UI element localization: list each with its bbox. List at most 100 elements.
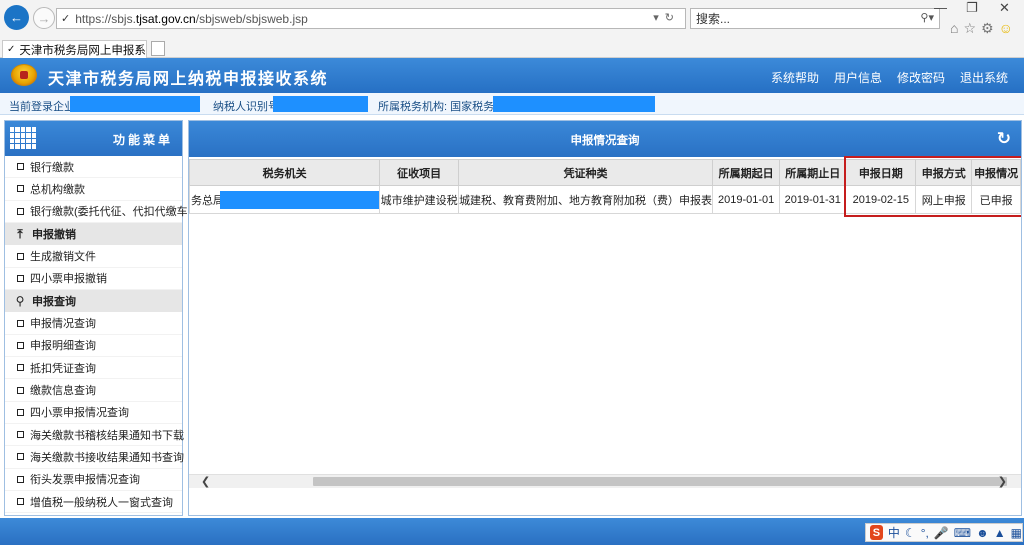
sidebar-item-label: 总机构缴款 bbox=[30, 183, 85, 196]
sidebar-item-label: 生成撤销文件 bbox=[30, 251, 96, 264]
sidebar-item-payment-info-query[interactable]: 缴款信息查询 bbox=[5, 379, 182, 402]
sidebar-item-label: 抵扣凭证查询 bbox=[30, 362, 96, 375]
sidebar-item-declaration-status-query[interactable]: 申报情况查询 bbox=[5, 312, 182, 335]
table-row[interactable]: 务总局 城市维护建设税 城建税、教育费附加、地方教育附加税（费）申报表 2019… bbox=[189, 185, 1021, 214]
square-bullet-icon bbox=[17, 185, 24, 193]
tax-office-redaction bbox=[493, 96, 655, 112]
sidebar-item-bank-payment-vehicle-tax[interactable]: 银行缴款(委托代征、代扣代缴车船税) bbox=[5, 201, 213, 223]
menu-logout[interactable]: 退出系统 bbox=[960, 69, 1008, 86]
ime-mode[interactable]: 中 bbox=[888, 524, 900, 541]
user-icon[interactable]: ☻ bbox=[976, 526, 989, 540]
horizontal-scrollbar[interactable]: ❮ ❯ bbox=[189, 474, 1021, 488]
sidebar-item-vat-one-window-query[interactable]: 增值税一般纳税人一窗式查询 bbox=[5, 491, 182, 514]
sidebar-item-label: 海关缴款书稽核结果通知书下载 bbox=[30, 429, 184, 442]
panel-title: 申报情况查询 bbox=[570, 135, 640, 147]
sidebar-item-customs-audit-download[interactable]: 海关缴款书稽核结果通知书下载 bbox=[5, 424, 184, 447]
square-bullet-icon bbox=[17, 475, 24, 483]
sidebar-item-invoice-declaration-query[interactable]: 衔头发票申报情况查询 bbox=[5, 469, 182, 491]
top-menu: 系统帮助 用户信息 修改密码 退出系统 bbox=[771, 69, 1008, 86]
column-header[interactable]: 所属期起日 bbox=[712, 159, 781, 186]
menu-change-password[interactable]: 修改密码 bbox=[897, 69, 945, 86]
sidebar-item-label: 衔头发票申报情况查询 bbox=[30, 474, 140, 487]
search-input[interactable]: 搜索... bbox=[696, 10, 730, 27]
microphone-icon[interactable]: 🎤 bbox=[934, 526, 949, 540]
square-bullet-icon bbox=[17, 341, 24, 349]
square-bullet-icon bbox=[17, 364, 24, 372]
voucher-type-cell: 城建税、教育费附加、地方教育附加税（费）申报表 bbox=[458, 185, 714, 214]
function-menu-sidebar: 功能菜单 银行缴款 总机构缴款 银行缴款(委托代征、代扣代缴车船税) ⤒ 申报撤销… bbox=[4, 120, 213, 516]
home-icon: ⌂ bbox=[950, 20, 964, 36]
column-header[interactable]: 所属期止日 bbox=[779, 159, 847, 186]
browser-chrome: ← → ✓ https://sbjs. tjsat.gov.cn/sbjsweb/… bbox=[0, 0, 1024, 58]
menu-user-info[interactable]: 用户信息 bbox=[834, 69, 882, 86]
site-favicon-icon: ✓ bbox=[61, 13, 71, 25]
gear-icon: ⚙ bbox=[981, 20, 999, 36]
period-end-cell: 2019-01-31 bbox=[779, 185, 847, 214]
sidebar-item-generate-cancel-file[interactable]: 生成撤销文件 bbox=[5, 245, 182, 268]
search-icon: ⚲ bbox=[15, 294, 25, 309]
sidebar-item-declaration-detail-query[interactable]: 申报明细查询 bbox=[5, 335, 182, 358]
sidebar-item-deduction-voucher-query[interactable]: 抵扣凭证查询 bbox=[5, 357, 182, 380]
declaration-status-cell: 已申报 bbox=[971, 185, 1021, 214]
browser-tab[interactable]: ✓ 天津市税务局网上申报系统... × bbox=[2, 40, 147, 58]
search-icon[interactable]: ⚲▾ bbox=[920, 11, 934, 24]
scroll-right-icon[interactable]: ❯ bbox=[998, 475, 1007, 488]
sidebar-item-label: 银行缴款 bbox=[30, 161, 74, 174]
grid-tools-icon[interactable]: ▦ bbox=[1011, 526, 1022, 540]
upload-icon: ⤒ bbox=[17, 226, 23, 241]
sidebar-item-customs-receipt-query[interactable]: 海关缴款书接收结果通知书查询 bbox=[5, 446, 184, 469]
ime-toolbar[interactable]: S 中 ☾ °, 🎤 ⌨ ☻ ▲ ▦ bbox=[865, 523, 1023, 542]
close-window-button[interactable]: ✕ bbox=[999, 0, 1010, 16]
column-header[interactable]: 征收项目 bbox=[379, 159, 460, 186]
shirt-icon[interactable]: ▲ bbox=[994, 526, 1006, 540]
sidebar-item-label: 申报情况查询 bbox=[30, 318, 96, 331]
period-start-cell: 2019-01-01 bbox=[712, 185, 781, 214]
search-box[interactable]: 搜索... ⚲▾ bbox=[690, 8, 940, 29]
punctuation-icon[interactable]: °, bbox=[921, 526, 929, 540]
company-label: 当前登录企业: bbox=[9, 101, 79, 113]
sidebar-item-four-ticket-status-query[interactable]: 四小票申报情况查询 bbox=[5, 402, 182, 424]
back-button[interactable]: ← bbox=[4, 5, 29, 30]
column-header[interactable]: 申报日期 bbox=[845, 159, 917, 186]
sidebar-group-label: 申报查询 bbox=[32, 296, 76, 309]
scroll-left-icon[interactable]: ❮ bbox=[201, 475, 210, 488]
square-bullet-icon bbox=[17, 408, 24, 416]
address-tools[interactable]: ▾↻ bbox=[653, 11, 680, 24]
tax-emblem-logo bbox=[11, 64, 37, 86]
column-header[interactable]: 申报方式 bbox=[915, 159, 973, 186]
smiley-icon: ☺ bbox=[998, 20, 1018, 36]
column-header[interactable]: 税务机关 bbox=[189, 159, 381, 186]
refresh-icon[interactable]: ↻ bbox=[997, 129, 1011, 149]
sidebar-item-headquarters-payment[interactable]: 总机构缴款 bbox=[5, 178, 182, 201]
browser-toolbar-icons[interactable]: ⌂☆⚙☺ bbox=[950, 20, 1018, 37]
keyboard-icon[interactable]: ⌨ bbox=[954, 526, 971, 540]
sidebar-item-label: 四小票申报撤销 bbox=[30, 273, 107, 286]
minimize-button[interactable]: — bbox=[934, 0, 947, 15]
forward-button[interactable]: → bbox=[33, 7, 55, 29]
sidebar-item-four-ticket-cancel[interactable]: 四小票申报撤销 bbox=[5, 268, 182, 290]
scrollbar-thumb[interactable] bbox=[313, 477, 1007, 486]
tab-close-icon[interactable]: × bbox=[136, 42, 142, 54]
url-path: /sbjsweb/sbjsweb.jsp bbox=[195, 11, 308, 26]
column-header[interactable]: 凭证种类 bbox=[458, 159, 714, 186]
square-bullet-icon bbox=[17, 453, 24, 461]
menu-system-help[interactable]: 系统帮助 bbox=[771, 69, 819, 86]
new-tab-button[interactable] bbox=[151, 41, 165, 56]
column-header[interactable]: 申报情况 bbox=[971, 159, 1021, 186]
restore-button[interactable]: ❐ bbox=[966, 0, 978, 16]
app-title: 天津市税务局网上纳税申报接收系统 bbox=[48, 71, 329, 88]
arrow-left-icon: ← bbox=[10, 10, 23, 25]
arrow-right-icon: → bbox=[37, 10, 51, 26]
square-bullet-icon bbox=[17, 498, 24, 505]
bottom-status-bar: S 中 ☾ °, 🎤 ⌨ ☻ ▲ ▦ bbox=[0, 518, 1024, 545]
sidebar-group-declaration-query[interactable]: ⚲ 申报查询 bbox=[5, 289, 182, 313]
sidebar-item-bank-payment[interactable]: 银行缴款 bbox=[5, 156, 182, 179]
app-header: 天津市税务局网上纳税申报接收系统 系统帮助 用户信息 修改密码 退出系统 bbox=[0, 58, 1024, 93]
tab-title: 天津市税务局网上申报系统... bbox=[19, 44, 146, 57]
url-host: tjsat.gov.cn bbox=[135, 11, 196, 26]
moon-icon[interactable]: ☾ bbox=[905, 526, 916, 540]
address-bar[interactable]: ✓ https://sbjs. tjsat.gov.cn/sbjsweb/sbjs… bbox=[56, 8, 686, 29]
sidebar-group-declaration-cancel[interactable]: ⤒ 申报撤销 bbox=[5, 222, 182, 246]
sidebar-item-label: 缴款信息查询 bbox=[30, 385, 96, 398]
square-bullet-icon bbox=[17, 274, 24, 282]
